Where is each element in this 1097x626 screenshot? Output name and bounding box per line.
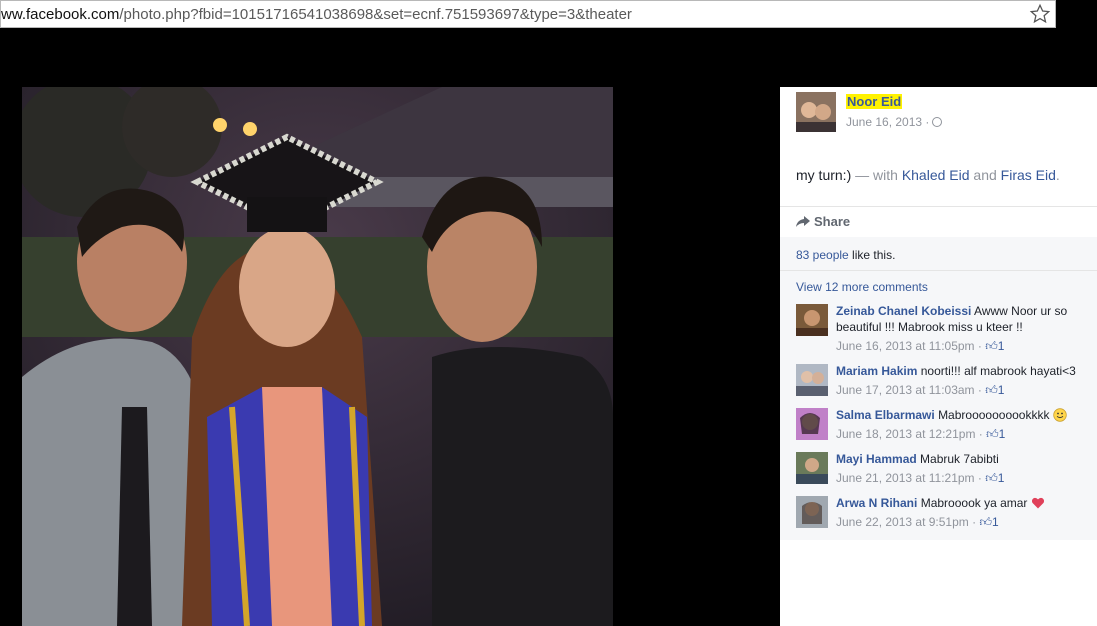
comment-like-count[interactable]: 1 xyxy=(998,339,1005,353)
commenter-avatar[interactable] xyxy=(796,452,828,484)
commenter-avatar[interactable] xyxy=(796,364,828,396)
commenter-name[interactable]: Mariam Hakim xyxy=(836,364,917,378)
commenter-name[interactable]: Salma Elbarmawi xyxy=(836,408,935,422)
post-caption: my turn:) — with Khaled Eid and Firas Ei… xyxy=(796,167,1060,183)
comment-text: Mabruk 7abibti xyxy=(920,452,999,466)
comment-time[interactable]: June 18, 2013 at 12:21pm xyxy=(836,427,975,441)
url-domain: ww.facebook.com xyxy=(1,6,120,23)
tagged-person-2[interactable]: Firas Eid xyxy=(1001,167,1056,183)
divider xyxy=(780,206,1097,207)
share-arrow-icon xyxy=(796,216,810,227)
smile-emoji-icon xyxy=(1053,408,1067,422)
comment-meta: June 16, 2013 at 11:05pm · 👍︎1 xyxy=(836,339,1005,353)
share-label: Share xyxy=(814,214,851,229)
comment-like-count[interactable]: 1 xyxy=(998,383,1005,397)
comment-like-count[interactable]: 1 xyxy=(998,471,1005,485)
comment-time[interactable]: June 16, 2013 at 11:05pm xyxy=(836,339,975,353)
comment-text: Mabroooooooookkkk xyxy=(938,408,1050,422)
share-button[interactable]: Share xyxy=(796,214,850,229)
post-date[interactable]: June 16, 2013 · xyxy=(846,115,943,129)
comment-time[interactable]: June 22, 2013 at 9:51pm xyxy=(836,515,969,529)
likes-suffix: like this. xyxy=(848,248,896,262)
star-icon[interactable] xyxy=(1029,3,1051,25)
comment-time[interactable]: June 17, 2013 at 11:03am xyxy=(836,383,975,397)
commenter-name[interactable]: Arwa N Rihani xyxy=(836,496,917,510)
comment-meta: June 18, 2013 at 12:21pm · 👍︎1 xyxy=(836,427,1006,441)
url-text[interactable]: ww.facebook.com/photo.php?fbid=101517165… xyxy=(1,6,632,23)
comment-text: Mabrooook ya amar xyxy=(920,496,1028,510)
date-separator: · xyxy=(925,115,930,129)
caption-period: . xyxy=(1055,167,1060,183)
caption-and: and xyxy=(969,167,1001,183)
comment-meta: June 21, 2013 at 11:21pm · 👍︎1 xyxy=(836,471,1005,485)
view-more-comments-link[interactable]: View 12 more comments xyxy=(796,280,928,294)
tagged-person-1[interactable]: Khaled Eid xyxy=(902,167,970,183)
divider xyxy=(780,270,1097,271)
comment-meta: June 22, 2013 at 9:51pm · 👍︎1 xyxy=(836,515,999,529)
comment-like-count[interactable]: 1 xyxy=(999,427,1006,441)
caption-text: my turn:) xyxy=(796,167,852,183)
address-bar[interactable]: ww.facebook.com/photo.php?fbid=101517165… xyxy=(0,0,1056,28)
url-path: /photo.php?fbid=10151716541038698&set=ec… xyxy=(119,6,632,23)
commenter-avatar[interactable] xyxy=(796,304,828,336)
comment-meta: June 17, 2013 at 11:03am · 👍︎1 xyxy=(836,383,1005,397)
commenter-name[interactable]: Mayi Hammad xyxy=(836,452,917,466)
post-details-panel: Noor Eid June 16, 2013 · my turn:) — wit… xyxy=(780,87,1097,626)
post-date-text: June 16, 2013 xyxy=(846,115,923,129)
commenter-name[interactable]: Zeinab Chanel Kobeissi xyxy=(836,304,971,318)
commenter-avatar[interactable] xyxy=(796,496,828,528)
graduation-photo xyxy=(22,87,613,626)
author-name[interactable]: Noor Eid xyxy=(846,94,903,109)
thumbs-up-icon[interactable]: 👍︎ xyxy=(985,339,998,353)
thumbs-up-icon[interactable]: 👍︎ xyxy=(979,515,992,529)
thumbs-up-icon[interactable]: 👍︎ xyxy=(986,427,999,441)
comment-like-count[interactable]: 1 xyxy=(992,515,999,529)
post-photo[interactable] xyxy=(22,87,613,626)
globe-icon xyxy=(932,117,943,127)
comment-text: noorti!!! alf mabrook hayati<3 xyxy=(920,364,1076,378)
likes-summary: 83 people like this. xyxy=(796,248,895,262)
likes-count-link[interactable]: 83 people xyxy=(796,248,849,262)
thumbs-up-icon[interactable]: 👍︎ xyxy=(985,471,998,485)
heart-emoji-icon xyxy=(1031,497,1044,509)
author-avatar[interactable] xyxy=(796,92,836,132)
commenter-avatar[interactable] xyxy=(796,408,828,440)
comment-time[interactable]: June 21, 2013 at 11:21pm xyxy=(836,471,975,485)
thumbs-up-icon[interactable]: 👍︎ xyxy=(985,383,998,397)
caption-with: — with xyxy=(851,167,902,183)
